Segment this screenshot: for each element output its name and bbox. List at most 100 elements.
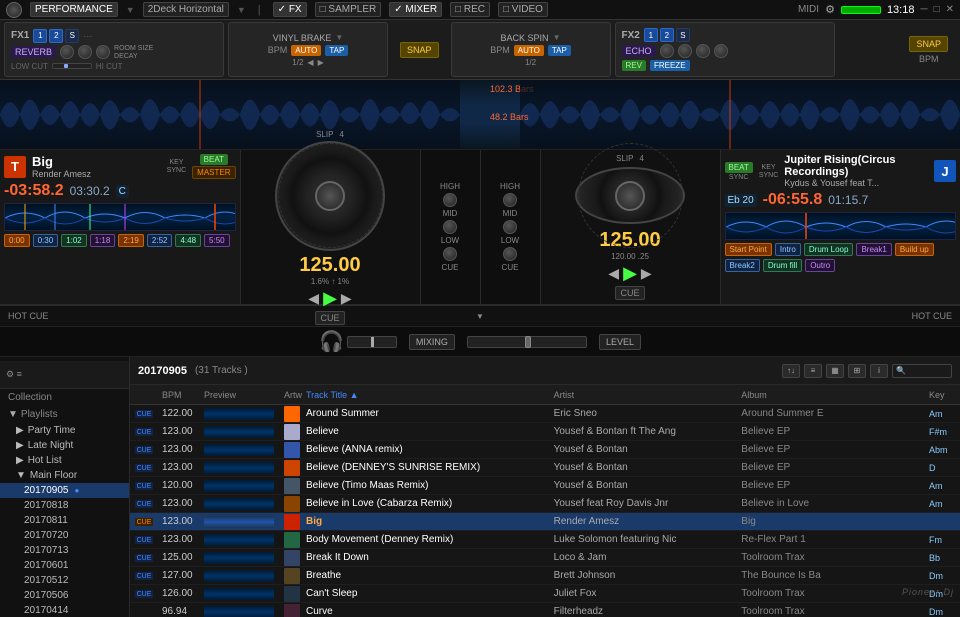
col-bpm[interactable]: BPM: [158, 390, 200, 400]
fx1-lowcut-slider[interactable]: [52, 63, 92, 69]
vinyl-arrow-right[interactable]: ▶: [318, 58, 324, 67]
snap-button[interactable]: SNAP: [400, 42, 439, 58]
artwork-view-btn[interactable]: ⊞: [848, 364, 866, 378]
deck2-cue-break2[interactable]: Break2: [725, 259, 760, 272]
table-row[interactable]: CUE 126.00 Can't Sleep Juliet Fox Toolro…: [130, 585, 960, 603]
level-btn[interactable]: LEVEL: [599, 334, 641, 350]
right-snap-button[interactable]: SNAP: [909, 36, 948, 52]
fx1-hicut-knob[interactable]: [96, 45, 110, 59]
table-row[interactable]: 96.94 Curve Filterheadz Toolroom Trax Dm: [130, 603, 960, 617]
sidebar-20170905[interactable]: 20170905 ●: [0, 483, 129, 498]
deck1-master-btn[interactable]: MASTER: [192, 166, 235, 179]
fx2-ld-knob[interactable]: [660, 44, 674, 58]
tracks-scroll[interactable]: CUE 122.00 Around Summer Eric Sneo Aroun…: [130, 405, 960, 617]
sidebar-20170811[interactable]: 20170811: [0, 513, 129, 528]
sidebar-20170414[interactable]: 20170414: [0, 603, 129, 617]
deck2-play-btn[interactable]: ▶: [623, 263, 637, 284]
sidebar-main-floor[interactable]: ▼ Main Floor: [0, 468, 129, 483]
deck1-cue-0[interactable]: 0:00: [4, 234, 30, 247]
deck2-mini-waveform[interactable]: [725, 212, 957, 240]
fx1-decay-knob[interactable]: [78, 45, 92, 59]
sidebar-20170601[interactable]: 20170601: [0, 558, 129, 573]
grid-view-btn[interactable]: ▦: [826, 364, 844, 378]
fx1-num2[interactable]: 2: [49, 29, 63, 43]
mixing-btn[interactable]: MIXING: [409, 334, 455, 350]
table-row[interactable]: CUE 123.00 Big Render Amesz Big: [130, 513, 960, 531]
crossfader[interactable]: [467, 336, 587, 348]
sidebar-late-night[interactable]: ▶ Late Night: [0, 438, 129, 453]
table-row[interactable]: CUE 125.00 Break It Down Loco & Jam Tool…: [130, 549, 960, 567]
vinyl-tap-btn[interactable]: TAP: [325, 45, 348, 56]
settings-icon[interactable]: ⚙: [825, 3, 835, 16]
info-btn[interactable]: i: [870, 364, 888, 378]
deck1-cue-4[interactable]: 2:19: [118, 234, 144, 247]
deck1-prev-btn[interactable]: ◀: [308, 290, 319, 307]
table-row[interactable]: CUE 123.00 Believe (DENNEY'S SUNRISE REM…: [130, 459, 960, 477]
eq-low-knob-r[interactable]: [503, 247, 517, 261]
eq-mid-knob[interactable]: [443, 220, 457, 234]
fx2-rev-btn[interactable]: REV: [622, 60, 646, 71]
fx2-numS[interactable]: S: [676, 28, 690, 42]
deck2-prev-btn[interactable]: ◀: [608, 265, 619, 282]
sidebar-20170720[interactable]: 20170720: [0, 528, 129, 543]
search-input[interactable]: 🔍: [892, 364, 952, 378]
deck1-cue-btn[interactable]: CUE: [315, 311, 344, 325]
deck2-cue-drumfill[interactable]: Drum fill: [763, 259, 802, 272]
deck1-beat-sync-btn[interactable]: BEAT: [200, 154, 228, 165]
sidebar-20170818[interactable]: 20170818: [0, 498, 129, 513]
fx2-freeze-btn[interactable]: FREEZE: [650, 60, 690, 71]
vinyl-auto-btn[interactable]: AUTO: [291, 45, 321, 56]
deck1-mini-waveform[interactable]: [4, 203, 236, 231]
eq-high-knob-r[interactable]: [503, 193, 517, 207]
fx2-num1[interactable]: 1: [644, 28, 658, 42]
sidebar-20170506[interactable]: 20170506: [0, 588, 129, 603]
sidebar-20170713[interactable]: 20170713: [0, 543, 129, 558]
close-btn[interactable]: ✕: [946, 4, 954, 15]
table-row[interactable]: CUE 120.00 Believe (Timo Maas Remix) You…: [130, 477, 960, 495]
sidebar-playlists[interactable]: ▼ Playlists: [0, 406, 129, 423]
eq-low-knob[interactable]: [443, 247, 457, 261]
headphones-slider[interactable]: [347, 336, 397, 348]
table-row[interactable]: CUE 123.00 Believe Yousef & Bontan ft Th…: [130, 423, 960, 441]
col-album[interactable]: Album: [737, 390, 925, 400]
col-key[interactable]: Key: [925, 390, 960, 400]
deck2-cue-buildup[interactable]: Build up: [895, 243, 934, 256]
vinyl-arrow-left[interactable]: ◀: [307, 58, 313, 67]
sidebar-20170512[interactable]: 20170512: [0, 573, 129, 588]
back-spin-auto-btn[interactable]: AUTO: [514, 45, 544, 56]
back-spin-tap-btn[interactable]: TAP: [548, 45, 571, 56]
list-view-btn[interactable]: ≡: [804, 364, 822, 378]
fx1-numS[interactable]: S: [65, 29, 79, 43]
sampler-toggle[interactable]: □ SAMPLER: [315, 2, 382, 17]
fx2-num2[interactable]: 2: [660, 28, 674, 42]
sidebar-collection[interactable]: Collection: [0, 389, 129, 406]
minimize-btn[interactable]: ─: [920, 4, 927, 15]
deck2-beat-sync-btn[interactable]: BEAT: [725, 162, 753, 173]
fx2-beat-knob[interactable]: [678, 44, 692, 58]
eq-mid-knob-r[interactable]: [503, 220, 517, 234]
table-row[interactable]: CUE 123.00 Believe (ANNA remix) Yousef &…: [130, 441, 960, 459]
deck2-cue-start[interactable]: Start Point: [725, 243, 772, 256]
sidebar-hot-list[interactable]: ▶ Hot List: [0, 453, 129, 468]
fx2-feedback-knob[interactable]: [696, 44, 710, 58]
performance-mode[interactable]: PERFORMANCE: [30, 2, 118, 17]
deck2-platter[interactable]: [575, 167, 685, 224]
deck2-cue-outro[interactable]: Outro: [805, 259, 835, 272]
fx1-num1[interactable]: 1: [33, 29, 47, 43]
table-row[interactable]: CUE 123.00 Body Movement (Denney Remix) …: [130, 531, 960, 549]
deck1-next-btn[interactable]: ▶: [341, 290, 352, 307]
deck1-cue-7[interactable]: 5:50: [204, 234, 230, 247]
deck1-cue-3[interactable]: 1:18: [90, 234, 116, 247]
video-toggle[interactable]: □ VIDEO: [498, 2, 548, 17]
maximize-btn[interactable]: □: [934, 4, 940, 15]
deck1-platter[interactable]: [275, 141, 385, 251]
fx1-room-knob[interactable]: [60, 45, 74, 59]
mixer-toggle[interactable]: ✓ MIXER: [389, 2, 442, 17]
sort-btn[interactable]: ↑↓: [782, 364, 800, 378]
deck2-cue-break1[interactable]: Break1: [856, 243, 891, 256]
deck2-cue-intro[interactable]: Intro: [775, 243, 801, 256]
deck2-cue-btn[interactable]: CUE: [615, 286, 644, 300]
deck2-next-btn[interactable]: ▶: [641, 265, 652, 282]
layout-selector[interactable]: 2Deck Horizontal: [143, 2, 229, 17]
headphones-icon[interactable]: 🎧: [319, 329, 344, 354]
